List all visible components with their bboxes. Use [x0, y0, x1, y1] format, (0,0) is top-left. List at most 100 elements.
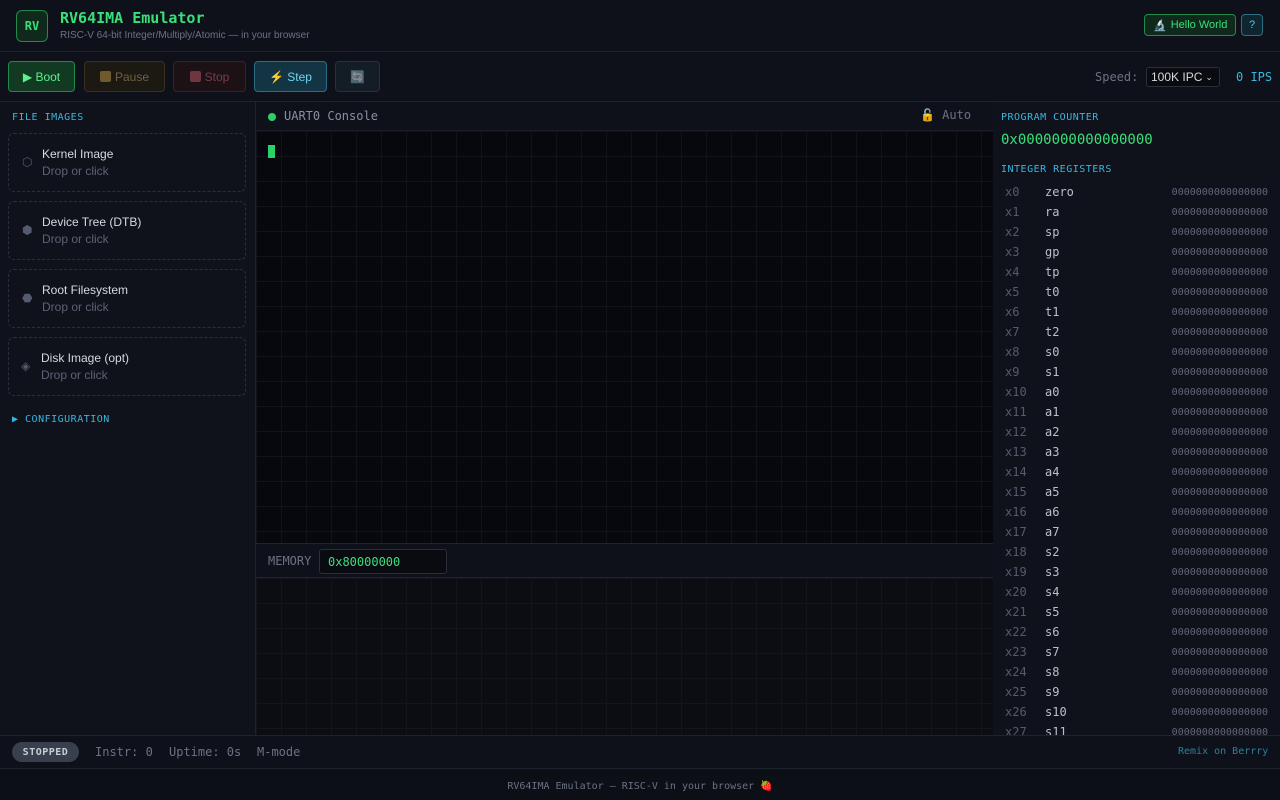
memory-address-input[interactable]: 0x80000000 — [319, 549, 447, 574]
register-abi-name: s2 — [1045, 545, 1060, 559]
privilege-mode: M-mode — [257, 745, 301, 759]
speed-select[interactable]: 100K IPC ⌄ — [1146, 67, 1220, 87]
register-value: 0000000000000000 — [1171, 427, 1268, 438]
register-row: x11 a1 0000000000000000 — [993, 402, 1280, 422]
register-row: x12 a2 0000000000000000 — [993, 422, 1280, 442]
register-number: x7 — [1005, 325, 1020, 339]
uart-console[interactable] — [256, 131, 993, 543]
toolbar: ▶ Boot Pause Stop ⚡ Step 🔄 Speed: 100K I… — [0, 52, 1280, 102]
register-number: x10 — [1005, 385, 1027, 399]
kernel-image-dropzone[interactable]: ⬡ Kernel Image Drop or click — [8, 133, 246, 192]
register-abi-name: t0 — [1045, 285, 1060, 299]
register-value: 0000000000000000 — [1171, 607, 1268, 618]
register-row: x14 a4 0000000000000000 — [993, 462, 1280, 482]
stop-button[interactable]: Stop — [173, 61, 246, 92]
console-header: UART0 Console 🔓 Auto — [256, 102, 993, 131]
reset-button[interactable]: 🔄 — [335, 61, 380, 92]
register-value: 0000000000000000 — [1171, 347, 1268, 358]
device-tree-dropzone[interactable]: ⬢ Device Tree (DTB) Drop or click — [8, 201, 246, 260]
register-abi-name: a7 — [1045, 525, 1060, 539]
register-number: x3 — [1005, 245, 1020, 259]
register-abi-name: a3 — [1045, 445, 1060, 459]
configuration-toggle[interactable]: ▶ CONFIGURATION — [12, 414, 110, 425]
register-row: x15 a5 0000000000000000 — [993, 482, 1280, 502]
register-number: x23 — [1005, 645, 1027, 659]
register-value: 0000000000000000 — [1171, 527, 1268, 538]
register-row: x13 a3 0000000000000000 — [993, 442, 1280, 462]
auto-scroll-toggle[interactable]: 🔓 Auto — [920, 108, 971, 122]
register-number: x20 — [1005, 585, 1027, 599]
register-row: x19 s3 0000000000000000 — [993, 562, 1280, 582]
register-abi-name: t1 — [1045, 305, 1060, 319]
memory-label: MEMORY — [268, 554, 312, 568]
disk-image-dropzone[interactable]: ◈ Disk Image (opt) Drop or click — [8, 337, 246, 396]
hello-world-button[interactable]: 🔬 Hello World — [1144, 14, 1237, 36]
uptime: Uptime: 0s — [169, 745, 242, 759]
register-value: 0000000000000000 — [1171, 187, 1268, 198]
file-name: Device Tree (DTB) — [42, 215, 142, 229]
program-counter-title: PROGRAM COUNTER — [1001, 112, 1099, 123]
register-abi-name: tp — [1045, 265, 1060, 279]
register-value: 0000000000000000 — [1171, 667, 1268, 678]
register-abi-name: ra — [1045, 205, 1060, 219]
stop-label: Stop — [204, 69, 230, 84]
register-abi-name: s11 — [1045, 725, 1067, 735]
register-row: x23 s7 0000000000000000 — [993, 642, 1280, 662]
register-number: x0 — [1005, 185, 1020, 199]
register-value: 0000000000000000 — [1171, 227, 1268, 238]
register-number: x25 — [1005, 685, 1027, 699]
register-number: x11 — [1005, 405, 1027, 419]
step-button[interactable]: ⚡ Step — [254, 61, 327, 92]
hexagon-filled-icon: ⬢ — [22, 223, 33, 237]
register-abi-name: a1 — [1045, 405, 1060, 419]
register-value: 0000000000000000 — [1171, 687, 1268, 698]
memory-view — [256, 578, 993, 735]
register-number: x13 — [1005, 445, 1027, 459]
pause-button[interactable]: Pause — [84, 61, 165, 92]
root-filesystem-dropzone[interactable]: ⬣ Root Filesystem Drop or click — [8, 269, 246, 328]
file-name: Disk Image (opt) — [41, 351, 130, 365]
register-row: x26 s10 0000000000000000 — [993, 702, 1280, 722]
stop-icon — [189, 71, 201, 82]
register-row: x7 t2 0000000000000000 — [993, 322, 1280, 342]
program-counter-value: 0x0000000000000000 — [1001, 132, 1153, 148]
remix-link[interactable]: Remix on Berrry — [1178, 746, 1268, 757]
register-abi-name: a4 — [1045, 465, 1060, 479]
register-row: x25 s9 0000000000000000 — [993, 682, 1280, 702]
pause-icon — [99, 71, 111, 82]
file-hint: Drop or click — [41, 368, 108, 382]
register-abi-name: a6 — [1045, 505, 1060, 519]
register-value: 0000000000000000 — [1171, 707, 1268, 718]
app-logo: RV — [16, 10, 48, 42]
register-value: 0000000000000000 — [1171, 307, 1268, 318]
memory-header: MEMORY 0x80000000 — [256, 543, 993, 578]
register-abi-name: s8 — [1045, 665, 1060, 679]
register-abi-name: gp — [1045, 245, 1060, 259]
pause-label: Pause — [114, 69, 150, 84]
file-hint: Drop or click — [42, 232, 109, 246]
register-value: 0000000000000000 — [1171, 447, 1268, 458]
register-number: x6 — [1005, 305, 1020, 319]
status-dot-icon — [268, 113, 276, 121]
app-subtitle: RISC-V 64-bit Integer/Multiply/Atomic — … — [60, 30, 310, 41]
register-row: x2 sp 0000000000000000 — [993, 222, 1280, 242]
register-number: x21 — [1005, 605, 1027, 619]
register-number: x5 — [1005, 285, 1020, 299]
register-number: x4 — [1005, 265, 1020, 279]
register-value: 0000000000000000 — [1171, 727, 1268, 735]
file-name: Kernel Image — [42, 147, 114, 161]
register-abi-name: s4 — [1045, 585, 1060, 599]
hexagon-horizontal-icon: ⬣ — [22, 291, 33, 305]
footer-text: RV64IMA Emulator — RISC-V in your browse… — [507, 781, 773, 792]
register-row: x18 s2 0000000000000000 — [993, 542, 1280, 562]
register-abi-name: a5 — [1045, 485, 1060, 499]
register-row: x24 s8 0000000000000000 — [993, 662, 1280, 682]
register-number: x16 — [1005, 505, 1027, 519]
boot-button[interactable]: ▶ Boot — [8, 61, 75, 92]
register-row: x16 a6 0000000000000000 — [993, 502, 1280, 522]
register-number: x1 — [1005, 205, 1020, 219]
register-abi-name: s7 — [1045, 645, 1060, 659]
register-row: x21 s5 0000000000000000 — [993, 602, 1280, 622]
register-abi-name: t2 — [1045, 325, 1060, 339]
help-button[interactable]: ? — [1241, 14, 1263, 36]
